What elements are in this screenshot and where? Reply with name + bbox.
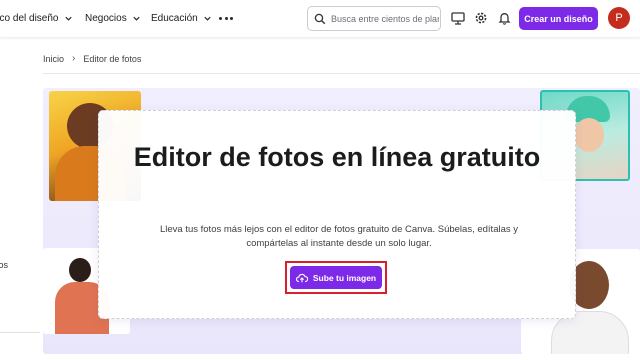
menu-label: oco del diseño [0, 13, 59, 24]
upload-highlight-frame: Sube tu imagen [285, 261, 387, 294]
chevron-down-icon [204, 16, 211, 21]
hero-description: Lleva tus fotos más lejos con el editor … [159, 224, 519, 249]
settings-button[interactable] [473, 10, 489, 26]
menu-education[interactable]: Educación [151, 0, 212, 37]
search-icon [314, 13, 326, 24]
chevron-right-icon: › [72, 53, 76, 64]
menu-design-catalog[interactable]: oco del diseño [0, 0, 73, 37]
chevron-down-icon [133, 16, 140, 21]
breadcrumb-current: Editor de fotos [83, 53, 142, 64]
divider [43, 73, 640, 74]
hero-section: Editor de fotos en línea gratuito Lleva … [43, 88, 640, 354]
chevron-down-icon [64, 16, 72, 21]
menu-business[interactable]: Negocios [85, 0, 141, 37]
upload-image-button[interactable]: Sube tu imagen [290, 266, 382, 289]
hero-card: Editor de fotos en línea gratuito Lleva … [98, 110, 576, 319]
avatar[interactable]: P [608, 7, 630, 29]
breadcrumb: Inicio › Editor de fotos [43, 53, 141, 64]
notifications-button[interactable] [496, 10, 512, 26]
sidebar-partial-label[interactable]: itos [0, 260, 8, 270]
desktop-icon [451, 11, 465, 25]
create-design-button[interactable]: Crear un diseño [519, 7, 598, 30]
top-navigation-bar: oco del diseño Negocios Educación Crear … [0, 0, 640, 37]
gear-icon [475, 12, 487, 24]
menu-label: Educación [151, 13, 198, 24]
search-input[interactable] [331, 13, 439, 24]
search-box[interactable] [307, 6, 441, 31]
menu-label: Negocios [85, 13, 127, 24]
page-title: Editor de fotos en línea gratuito [133, 142, 541, 172]
more-options-icon[interactable] [219, 12, 233, 24]
bell-icon [497, 13, 511, 25]
upload-button-label: Sube tu imagen [312, 272, 377, 283]
desktop-app-button[interactable] [450, 10, 466, 26]
divider [0, 332, 40, 333]
cloud-upload-icon [295, 273, 308, 282]
breadcrumb-home-link[interactable]: Inicio [43, 54, 64, 64]
